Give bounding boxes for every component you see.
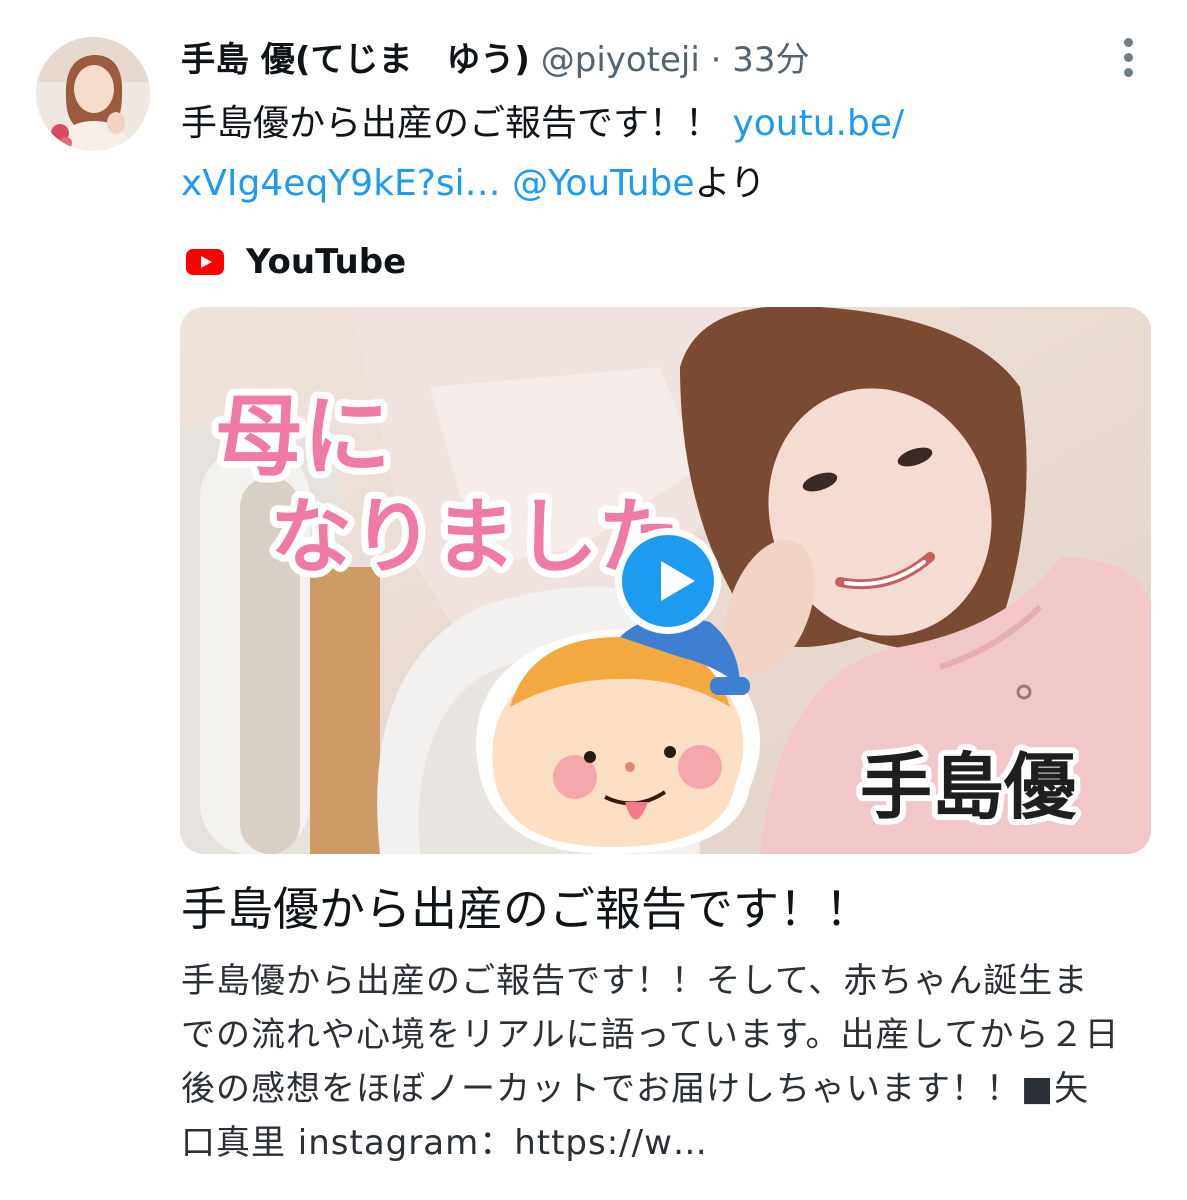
youtube-mention[interactable]: @YouTube	[512, 163, 694, 204]
author-avatar[interactable]	[36, 37, 150, 151]
author-handle[interactable]: @piyoteji	[541, 40, 700, 80]
thumbnail-name: 手島優	[860, 744, 1077, 829]
card-description: 手島優から出産のご報告です！！そして、赤ちゃん誕生までの流れや心境をリアルに語っ…	[181, 961, 1120, 1163]
tweet-text-prefix: 手島優から出産のご報告です！！	[181, 103, 733, 144]
card-source-name: YouTube	[246, 242, 407, 282]
play-icon[interactable]	[615, 528, 721, 634]
tweet-text: 手島優から出産のご報告です！！ youtu.be/​xVIg4eqY9kE?si…	[181, 94, 1141, 214]
avatar-photo	[36, 37, 150, 151]
tweet-header: 手島 優(てじま ゆう) @piyoteji · 33分	[181, 34, 810, 86]
tweet-text-suffix: より	[694, 163, 766, 204]
card-title[interactable]: 手島優から出産のご報告です！！	[181, 874, 871, 944]
thumbnail-caption-line1: 母に	[215, 385, 391, 488]
header-separator: ·	[710, 40, 722, 80]
more-vertical-icon[interactable]	[1115, 38, 1141, 78]
tweet-timestamp[interactable]: 33分	[732, 40, 809, 80]
youtube-logo-icon	[186, 249, 224, 275]
card-source: YouTube	[186, 242, 406, 282]
author-name[interactable]: 手島 優(てじま ゆう)	[181, 40, 530, 80]
